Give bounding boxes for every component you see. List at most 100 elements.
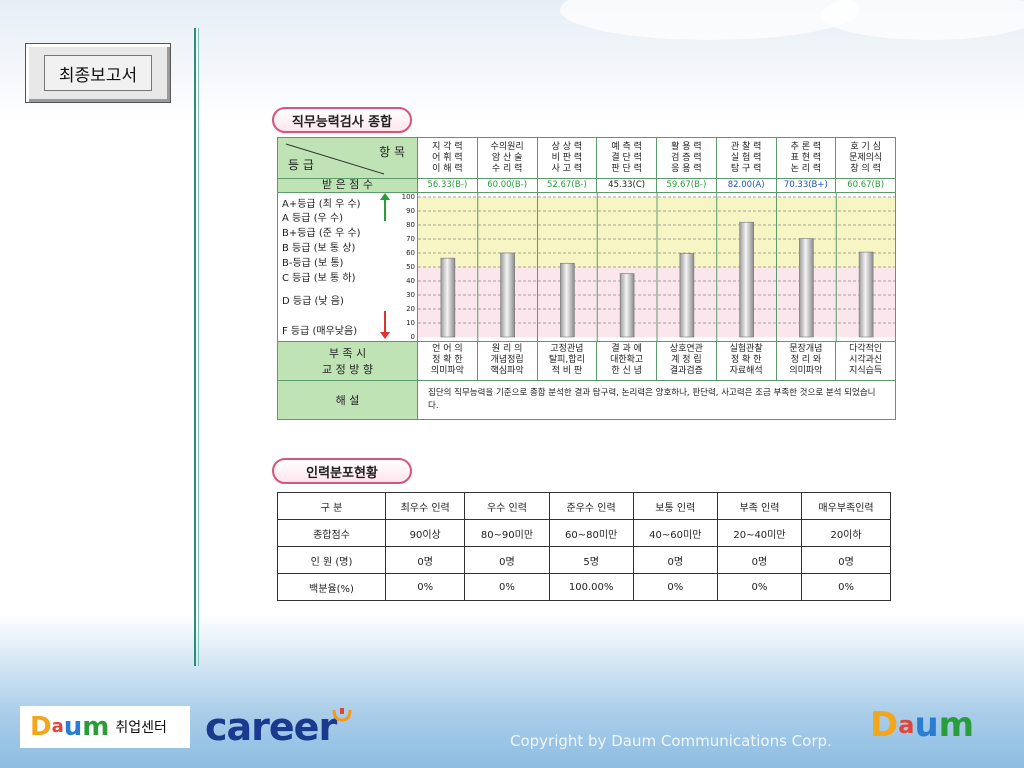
distribution-cell: 0명	[464, 546, 550, 574]
daum-logo[interactable]: Daum	[870, 708, 974, 742]
distribution-header-cell: 최우수 인력	[384, 492, 466, 520]
career-logo[interactable]: career	[205, 708, 337, 746]
y-tick-label: 0	[410, 333, 415, 341]
competency-name: 창 의 력	[850, 164, 881, 174]
score-value: 59.67(B-)	[657, 179, 717, 193]
grade-label: B+등급 (준 우 수)	[282, 228, 361, 239]
competency-name: 상 상 력	[551, 142, 583, 152]
daum-job-center-logo[interactable]: Daum 취업센터	[20, 706, 190, 748]
score-value: 60.67(B)	[836, 179, 896, 193]
correction-line: 언 어 의	[432, 344, 463, 354]
aptitude-summary-table: 항 목 등 급 지 각 력어 휘 력이 해 력 수의원리 암 산 술수 리 력상 상…	[277, 137, 896, 420]
competency-name: 암 산 술	[491, 153, 523, 163]
aptitude-section-title: 직무능력검사 종합	[272, 107, 412, 133]
y-tick-label: 60	[406, 249, 415, 257]
score-value: 56.33(B-)	[418, 179, 478, 193]
arrow-down-icon	[380, 311, 390, 339]
distribution-cell: 20이하	[801, 519, 891, 547]
distribution-cell: 0명	[384, 546, 466, 574]
distribution-header-cell: 보통 인력	[632, 492, 718, 520]
competency-name: 비 판 력	[551, 153, 583, 163]
grade-label: B 등급 (보 통 상)	[282, 243, 356, 254]
y-tick-label: 10	[406, 319, 415, 327]
weakness-row: 부 족 시 교 정 방 향 언 어 의정 확 한 의미파악 원 리 의 개념정립 핵심파…	[277, 342, 896, 381]
weakness-label-line1: 부 족 시	[328, 347, 367, 360]
correction-cell: 고정관념 탈피,합리 적 비 판	[537, 342, 598, 381]
distribution-cell: 0%	[464, 573, 550, 601]
competency-name: 활 용 력	[671, 142, 702, 152]
distribution-cell: 0%	[384, 573, 466, 601]
competency-name: 문제의식	[849, 153, 883, 163]
correction-line: 고정관념	[550, 344, 584, 354]
grade-label: B-등급 (보 통)	[282, 258, 344, 269]
competency-name: 어 휘 력	[432, 153, 463, 163]
distribution-header-cell: 매우부족인력	[801, 492, 891, 520]
daum-logo-letter: u	[914, 705, 939, 745]
score-bar	[799, 238, 814, 338]
distribution-header-cell: 우수 인력	[464, 492, 550, 520]
competency-name: 관 찰 력	[730, 142, 762, 152]
distribution-cell: 20~40미만	[716, 519, 803, 547]
competency-header-cell: 수의원리 암 산 술수 리 력	[477, 137, 538, 179]
sidebar-divider	[194, 28, 200, 666]
grade-label: D 등급 (낮 음)	[282, 296, 344, 307]
correction-line: 문장개념	[789, 344, 823, 354]
commentary-label: 해 설	[277, 381, 418, 420]
score-bar	[619, 273, 635, 338]
daum-logo-letter: m	[938, 705, 975, 745]
distribution-row: 백분율(%) 0% 0% 100.00% 0% 0% 0%	[277, 573, 891, 601]
distribution-cell: 백분율(%)	[277, 573, 386, 601]
correction-line: 실험관찰	[729, 344, 763, 354]
competency-header-cell: 호 기 심 문제의식 창 의 력	[836, 137, 896, 179]
competency-name: 결 단 력	[611, 153, 642, 163]
correction-line: 핵심파악	[490, 366, 524, 376]
correction-cell: 원 리 의 개념정립 핵심파악	[477, 342, 538, 381]
commentary-text: 집단의 직무능력을 기준으로 종합 분석한 결과 탐구력, 논리력은 양호하나,…	[418, 381, 896, 420]
score-bar-chart	[418, 193, 896, 342]
distribution-cell: 0명	[632, 546, 718, 574]
y-tick-label: 40	[406, 277, 415, 285]
distribution-cell: 0%	[632, 573, 718, 601]
correction-cell: 문장개념 정 리 와 의미파악	[776, 342, 837, 381]
score-bar	[739, 221, 754, 338]
competency-name: 실 험 력	[730, 153, 762, 163]
daum-logo-letter: D	[870, 705, 899, 745]
score-bar	[500, 252, 515, 338]
grade-label: A 등급 (우 수)	[282, 213, 343, 224]
distribution-cell: 5명	[548, 546, 634, 574]
y-tick-label: 100	[401, 193, 415, 201]
correction-line: 계 정 립	[671, 355, 702, 365]
correction-line: 한 신 념	[611, 366, 642, 376]
correction-line: 적 비 판	[551, 366, 583, 376]
competency-name: 호 기 심	[850, 142, 881, 152]
job-center-label: 취업센터	[115, 720, 167, 736]
competency-name: 응 용 력	[671, 164, 702, 174]
score-bar	[560, 262, 575, 338]
correction-cell: 다각적인 시각과신 지식습득	[836, 342, 896, 381]
distribution-header-row: 구 분 최우수 인력 우수 인력 준우수 인력 보통 인력 부족 인력 매우부족인력	[277, 492, 891, 520]
score-row-label: 받 은 점 수	[277, 179, 418, 193]
daum-logo-letter: m	[82, 712, 110, 742]
weakness-label: 부 족 시 교 정 방 향	[277, 342, 418, 381]
weakness-label-line2: 교 정 방 향	[322, 363, 373, 376]
competency-name: 지 각 력	[432, 142, 463, 152]
distribution-cell: 0%	[716, 573, 803, 601]
final-report-button[interactable]: 최종보고서	[25, 43, 171, 103]
correction-cell: 결 과 에 대한확고 한 신 념	[597, 342, 657, 381]
aptitude-header-row: 항 목 등 급 지 각 력어 휘 력이 해 력 수의원리 암 산 술수 리 력상 상…	[277, 137, 896, 179]
distribution-cell: 100.00%	[548, 573, 634, 601]
y-tick-label: 30	[406, 291, 415, 299]
correction-line: 정 리 와	[790, 355, 822, 365]
correction-line: 지식습득	[849, 366, 883, 376]
competency-header-cell: 관 찰 력실 험 력탐 구 력	[716, 137, 777, 179]
copyright-text: Copyright by Daum Communications Corp.	[510, 732, 832, 750]
competency-name: 검 증 력	[671, 153, 702, 163]
distribution-cell: 90이상	[384, 519, 466, 547]
distribution-cell: 0%	[801, 573, 891, 601]
correction-line: 상호연관	[669, 344, 703, 354]
competency-name: 사 고 력	[551, 164, 583, 174]
correction-line: 시각과신	[849, 355, 883, 365]
competency-name: 이 해 력	[432, 164, 463, 174]
competency-header-cell: 추 론 력표 현 력논 리 력	[776, 137, 837, 179]
cloud-decoration	[560, 0, 860, 40]
